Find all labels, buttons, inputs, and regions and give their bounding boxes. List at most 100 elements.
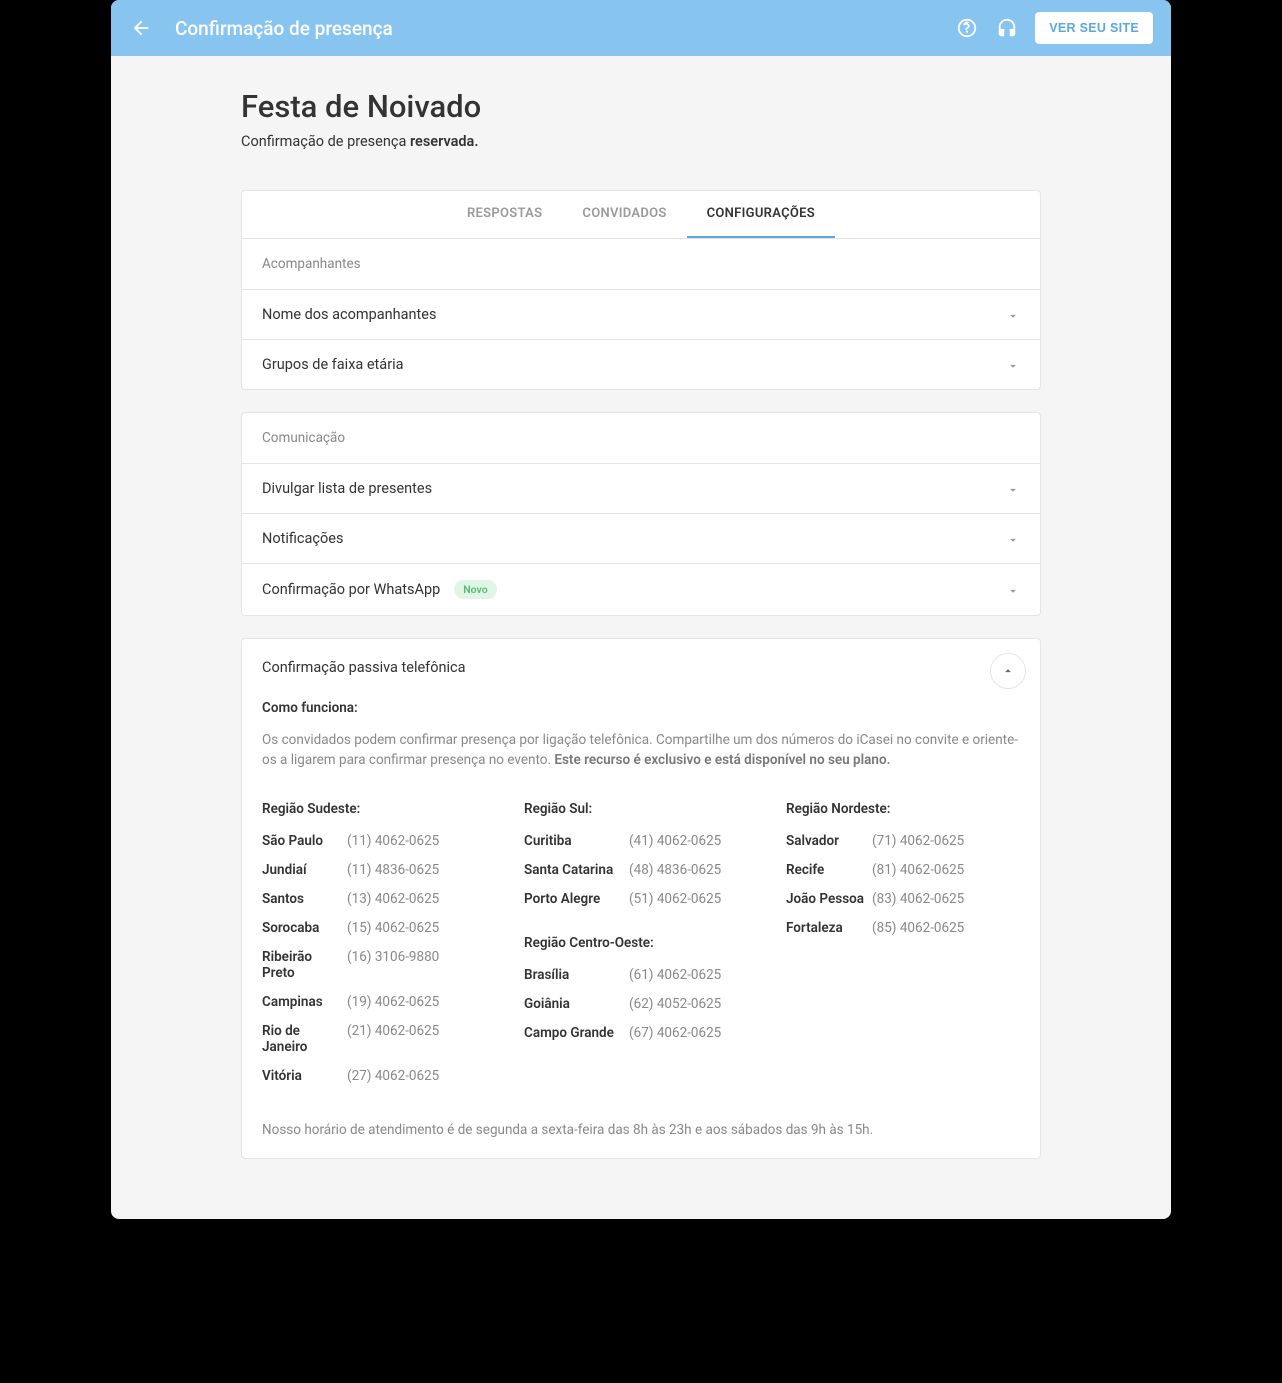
chevron-down-icon: [1006, 532, 1020, 546]
row-notificacoes[interactable]: Notificações: [242, 514, 1040, 564]
row-label: Confirmação por WhatsApp Novo: [262, 580, 497, 599]
phone-city: Salvador: [786, 833, 872, 849]
phone-number: (67) 4062-0625: [629, 1025, 721, 1041]
page-subtitle: Confirmação de presença reservada.: [241, 133, 1041, 150]
tabs-card: RESPOSTAS CONVIDADOS CONFIGURAÇÕES Acomp…: [241, 190, 1041, 390]
help-icon[interactable]: [955, 16, 979, 40]
phone-number: (83) 4062-0625: [872, 891, 964, 907]
phone-number: (21) 4062-0625: [347, 1023, 439, 1055]
hours-text: Nosso horário de atendimento é de segund…: [262, 1122, 1020, 1138]
row-grupos-faixa[interactable]: Grupos de faixa etária: [242, 340, 1040, 389]
chevron-down-icon: [1006, 358, 1020, 372]
phone-row: Brasília(61) 4062-0625: [524, 967, 758, 983]
row-nome-acompanhantes[interactable]: Nome dos acompanhantes: [242, 290, 1040, 340]
novo-badge: Novo: [454, 580, 496, 599]
phone-row: Vitória(27) 4062-0625: [262, 1068, 496, 1084]
phone-row: Curitiba(41) 4062-0625: [524, 833, 758, 849]
phone-number: (61) 4062-0625: [629, 967, 721, 983]
row-label: Grupos de faixa etária: [262, 356, 404, 373]
phone-city: Curitiba: [524, 833, 629, 849]
region-col-sudeste: Região Sudeste: São Paulo(11) 4062-0625J…: [262, 801, 496, 1112]
phone-row: Recife(81) 4062-0625: [786, 862, 1020, 878]
region-col-middle: Região Sul: Curitiba(41) 4062-0625Santa …: [524, 801, 758, 1112]
view-site-button[interactable]: VER SEU SITE: [1035, 12, 1153, 44]
phone-row: Ribeirão Preto(16) 3106-9880: [262, 949, 496, 981]
page-title: Festa de Noivado: [241, 88, 1041, 125]
phone-row: Rio de Janeiro(21) 4062-0625: [262, 1023, 496, 1055]
phone-row: São Paulo(11) 4062-0625: [262, 833, 496, 849]
phone-city: Campo Grande: [524, 1025, 629, 1041]
comunicacao-card: Comunicação Divulgar lista de presentes …: [241, 412, 1041, 616]
regions-grid: Região Sudeste: São Paulo(11) 4062-0625 J…: [262, 801, 1020, 1112]
phone-number: (71) 4062-0625: [872, 833, 964, 849]
phone-row: Santa Catarina(48) 4836-0625: [524, 862, 758, 878]
phone-city: Sorocaba: [262, 920, 347, 936]
support-icon[interactable]: [995, 16, 1019, 40]
phone-row: Fortaleza(85) 4062-0625: [786, 920, 1020, 936]
phone-city: Santa Catarina: [524, 862, 629, 878]
tab-respostas[interactable]: RESPOSTAS: [447, 191, 562, 238]
phone-row: Campo Grande(67) 4062-0625: [524, 1025, 758, 1041]
row-label: Divulgar lista de presentes: [262, 480, 432, 497]
region-centro-oeste-title: Região Centro-Oeste:: [524, 935, 758, 951]
phone-number: (85) 4062-0625: [872, 920, 964, 936]
phone-number: (15) 4062-0625: [347, 920, 439, 936]
phone-number: (62) 4052-0625: [629, 996, 721, 1012]
whatsapp-label: Confirmação por WhatsApp: [262, 581, 440, 598]
chevron-down-icon: [1006, 482, 1020, 496]
phone-row: Santos(13) 4062-0625: [262, 891, 496, 907]
region-sudeste-title: Região Sudeste:: [262, 801, 496, 817]
phone-number: (51) 4062-0625: [629, 891, 721, 907]
tab-configuracoes[interactable]: CONFIGURAÇÕES: [687, 191, 835, 238]
phone-city: Porto Alegre: [524, 891, 629, 907]
phone-number: (27) 4062-0625: [347, 1068, 439, 1084]
phone-city: Ribeirão Preto: [262, 949, 347, 981]
subtitle-bold: reservada.: [410, 133, 479, 150]
phone-row: Salvador(71) 4062-0625: [786, 833, 1020, 849]
telefone-desc: Os convidados podem confirmar presença p…: [262, 730, 1020, 771]
collapse-button[interactable]: [990, 653, 1026, 689]
chevron-up-icon: [1001, 664, 1015, 678]
phone-city: Goiânia: [524, 996, 629, 1012]
phone-city: Vitória: [262, 1068, 347, 1084]
phone-number: (11) 4062-0625: [347, 833, 439, 849]
region-col-nordeste: Região Nordeste: Salvador(71) 4062-0625R…: [786, 801, 1020, 1112]
telefone-card: Confirmação passiva telefônica Como func…: [241, 638, 1041, 1159]
phone-city: Fortaleza: [786, 920, 872, 936]
row-divulgar-lista[interactable]: Divulgar lista de presentes: [242, 464, 1040, 514]
telefone-title: Confirmação passiva telefônica: [262, 659, 1020, 676]
chevron-down-icon: [1006, 583, 1020, 597]
phone-number: (16) 3106-9880: [347, 949, 439, 981]
tabs: RESPOSTAS CONVIDADOS CONFIGURAÇÕES: [242, 191, 1040, 239]
phone-row: Campinas(19) 4062-0625: [262, 994, 496, 1010]
phone-number: (19) 4062-0625: [347, 994, 439, 1010]
phone-row: Sorocaba(15) 4062-0625: [262, 920, 496, 936]
phone-city: Rio de Janeiro: [262, 1023, 347, 1055]
region-nordeste-title: Região Nordeste:: [786, 801, 1020, 817]
subtitle-prefix: Confirmação de presença: [241, 133, 410, 150]
phone-city: Campinas: [262, 994, 347, 1010]
phone-number: (48) 4836-0625: [629, 862, 721, 878]
chevron-down-icon: [1006, 308, 1020, 322]
back-arrow-icon[interactable]: [129, 16, 153, 40]
phone-number: (41) 4062-0625: [629, 833, 721, 849]
row-label: Notificações: [262, 530, 343, 547]
header-title: Confirmação de presença: [175, 17, 955, 40]
main-content: Festa de Noivado Confirmação de presença…: [111, 56, 1171, 1219]
desc-bold: Este recurso é exclusivo e está disponív…: [554, 752, 890, 768]
region-sul-title: Região Sul:: [524, 801, 758, 817]
header-actions: VER SEU SITE: [955, 12, 1153, 44]
section-comunicacao-header: Comunicação: [242, 413, 1040, 464]
section-acompanhantes-header: Acompanhantes: [242, 239, 1040, 290]
phone-number: (11) 4836-0625: [347, 862, 439, 878]
phone-city: Brasília: [524, 967, 629, 983]
phone-row: João Pessoa(83) 4062-0625: [786, 891, 1020, 907]
row-whatsapp[interactable]: Confirmação por WhatsApp Novo: [242, 564, 1040, 615]
app-window: Confirmação de presença VER SEU SITE Fes…: [111, 0, 1171, 1219]
phone-row: Goiânia(62) 4052-0625: [524, 996, 758, 1012]
phone-number: (13) 4062-0625: [347, 891, 439, 907]
phone-row: Porto Alegre(51) 4062-0625: [524, 891, 758, 907]
tab-convidados[interactable]: CONVIDADOS: [562, 191, 686, 238]
phone-city: Recife: [786, 862, 872, 878]
phone-number: (81) 4062-0625: [872, 862, 964, 878]
